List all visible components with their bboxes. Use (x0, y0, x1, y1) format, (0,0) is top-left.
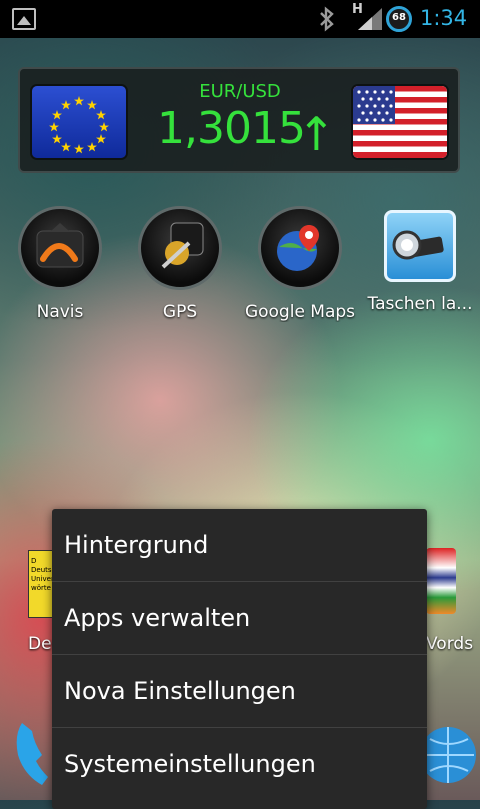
app-label: Navis (36, 302, 84, 322)
signal-icon (358, 8, 382, 30)
currency-pair-label: EUR/USD (199, 81, 281, 102)
browser-globe-icon[interactable] (420, 715, 480, 790)
menu-item-systemeinstellungen[interactable]: Systemeinstellungen (52, 728, 427, 801)
app-label: GPS (162, 302, 198, 322)
app-gps[interactable]: GPS (120, 206, 240, 322)
menu-item-apps-verwalten[interactable]: Apps verwalten (52, 582, 427, 655)
words-app-icon[interactable] (426, 548, 456, 614)
picture-notification-icon (12, 8, 36, 30)
bluetooth-icon (318, 6, 336, 38)
gps-app-icon (138, 206, 222, 290)
menu-item-hintergrund[interactable]: Hintergrund (52, 509, 427, 582)
currency-widget[interactable]: EUR/USD 1,3015 ↑ (18, 67, 460, 173)
app-navis[interactable]: Navis (0, 206, 120, 322)
battery-icon: 68 (386, 6, 412, 32)
app-label: Taschen la... (367, 294, 473, 314)
flashlight-app-icon (384, 210, 456, 282)
exchange-rate-value: 1,3015 (157, 103, 306, 154)
us-flag-icon (353, 86, 447, 158)
app-flashlight[interactable]: Taschen la... (360, 206, 480, 314)
eu-flag-icon (32, 86, 126, 158)
status-bar: H 68 1:34 (0, 0, 480, 38)
phone-icon[interactable] (10, 715, 50, 790)
clock: 1:34 (420, 6, 468, 30)
battery-level: 68 (392, 12, 406, 23)
google-maps-app-icon (258, 206, 342, 290)
context-menu: Hintergrund Apps verwalten Nova Einstell… (52, 509, 427, 809)
partial-app-label-right: Vords (426, 634, 474, 654)
menu-item-nova-einstellungen[interactable]: Nova Einstellungen (52, 655, 427, 728)
app-google-maps[interactable]: Google Maps (240, 206, 360, 322)
navis-app-icon (18, 206, 102, 290)
trend-up-arrow-icon: ↑ (297, 107, 336, 161)
app-label: Google Maps (244, 302, 356, 322)
